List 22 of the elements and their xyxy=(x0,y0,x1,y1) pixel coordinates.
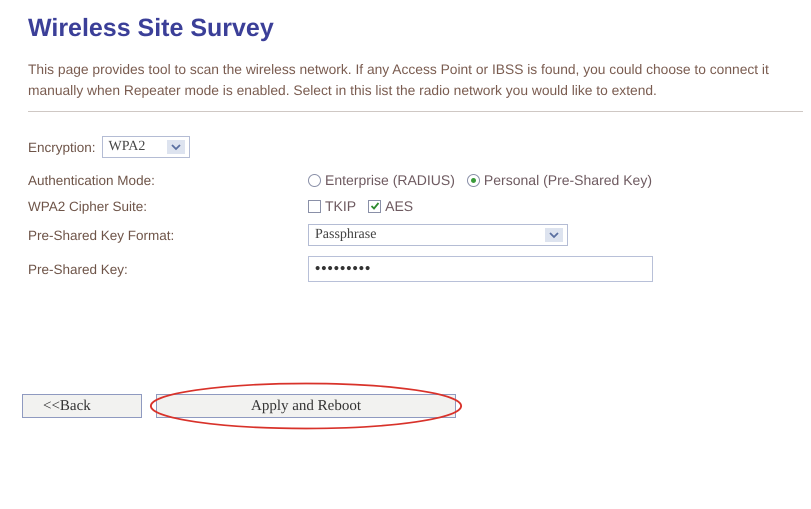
key-label: Pre-Shared Key: xyxy=(28,262,129,276)
radio-button[interactable] xyxy=(466,174,480,186)
radio-label: Enterprise (RADIUS) xyxy=(325,172,455,188)
caret-icon xyxy=(545,228,563,242)
key-field[interactable]: ••••••••• xyxy=(308,256,653,282)
radio-button[interactable] xyxy=(308,174,321,186)
form-button[interactable]: Apply and Reboot xyxy=(156,394,456,418)
checkbox-label: AES xyxy=(385,198,414,214)
cipher-suite-label: WPA2 Cipher Suite: xyxy=(28,198,148,214)
form-button[interactable]: <<Back xyxy=(22,394,142,418)
encryption-label: Encryption: xyxy=(28,140,96,154)
key-format-select[interactable]: Passphrase xyxy=(308,224,568,246)
authentication-label: Authentication Mode: xyxy=(28,172,156,188)
page-title: Wireless Site Survey xyxy=(28,14,275,43)
encryption-select[interactable]: WPA2 xyxy=(102,136,190,158)
key-format-label: Pre-Shared Key Format: xyxy=(28,228,176,242)
checkbox[interactable] xyxy=(308,200,321,212)
checkbox-label: TKIP xyxy=(325,198,356,214)
checkbox[interactable] xyxy=(368,200,382,212)
caret-icon xyxy=(166,140,185,154)
description: This page provides tool to scan the wireless network. If any Access Point or IBSS is found, you could choose to connect it manually when Repeater mode is enabled. Select in this list the radio network you would like to extend. xyxy=(28,61,770,100)
radio-label: Personal (Pre-Shared Key) xyxy=(484,172,652,188)
